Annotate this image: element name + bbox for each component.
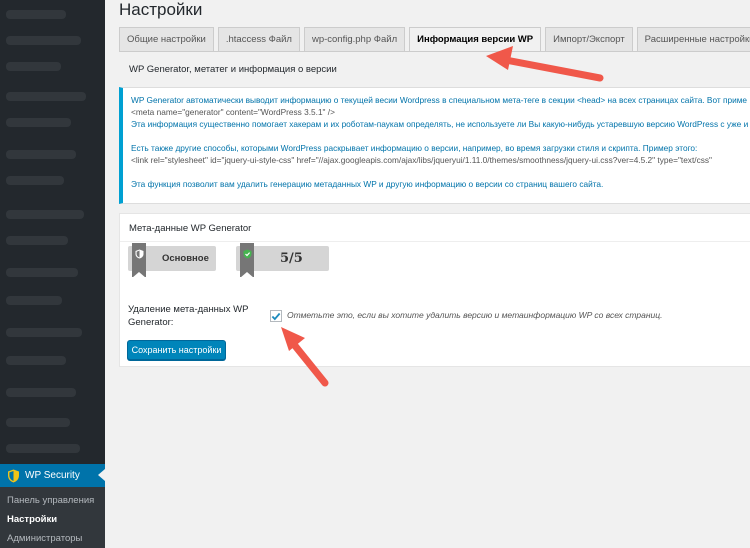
shield-icon	[132, 243, 146, 278]
checkbox-description: Отметьте это, если вы хотите удалить вер…	[287, 310, 663, 320]
page-title: Настройки	[119, 0, 203, 19]
tab-htaccess[interactable]: .htaccess Файл	[217, 27, 300, 51]
save-settings-button[interactable]: Сохранить настройки	[127, 340, 226, 360]
shield-check-icon	[240, 243, 254, 278]
info-notice: WP Generator автоматически выводит инфор…	[119, 87, 750, 204]
info-text: Эта функция позволит вам удалить генерац…	[131, 179, 604, 189]
feature-category-badge: Основное	[128, 243, 216, 278]
info-text: Эта информация существенно помогает хаке…	[131, 119, 749, 129]
field-label-remove-meta: Удаление мета-данных WP Generator:	[128, 304, 249, 328]
badge-label: Основное	[162, 253, 209, 264]
sidebar-blurred-item[interactable]	[6, 328, 82, 337]
tab-wp-version-info[interactable]: Информация версии WP	[409, 27, 542, 51]
sidebar-submenu: Панель управления Настройки Администрато…	[0, 487, 105, 548]
submenu-item-settings[interactable]: Настройки	[0, 511, 105, 530]
tab-advanced[interactable]: Расширенные настройки	[636, 27, 750, 51]
remove-wp-generator-checkbox[interactable]	[270, 310, 282, 322]
info-code-example: <meta name="generator" content="WordPres…	[131, 107, 335, 117]
info-text: Есть также другие способы, которыми Word…	[131, 143, 698, 153]
sidebar-blurred-item[interactable]	[6, 296, 62, 305]
checkmark-icon	[271, 312, 281, 320]
admin-sidebar: WP Security Панель управления Настройки …	[0, 0, 105, 548]
tab-general[interactable]: Общие настройки	[119, 27, 214, 51]
security-score-badge: 5/5	[236, 243, 329, 278]
sidebar-blurred-item[interactable]	[6, 176, 64, 185]
sidebar-blurred-item[interactable]	[6, 210, 84, 219]
sidebar-blurred-item[interactable]	[6, 36, 81, 45]
security-score: 5/5	[280, 251, 303, 266]
tab-wp-config[interactable]: wp-config.php Файл	[303, 27, 406, 51]
sidebar-blurred-item[interactable]	[6, 268, 78, 277]
sidebar-blurred-item[interactable]	[6, 388, 76, 397]
sidebar-blurred-item[interactable]	[6, 356, 66, 365]
sidebar-blurred-item[interactable]	[6, 62, 61, 71]
sidebar-item-label: WP Security	[25, 470, 80, 481]
sidebar-blurred-item[interactable]	[6, 418, 70, 427]
submenu-item-dashboard[interactable]: Панель управления	[0, 492, 105, 511]
sidebar-blurred-item[interactable]	[6, 92, 86, 101]
panel-title: Мета-данные WP Generator	[120, 214, 750, 242]
tabs-divider	[119, 51, 750, 52]
info-text: WP Generator автоматически выводит инфор…	[131, 95, 748, 105]
sidebar-blurred-item[interactable]	[6, 236, 68, 245]
sidebar-blurred-item[interactable]	[6, 118, 71, 127]
sidebar-blurred-item[interactable]	[6, 10, 66, 19]
section-title: WP Generator, метатег и информация о вер…	[129, 64, 337, 75]
submenu-item-administrators[interactable]: Администраторы	[0, 530, 105, 548]
sidebar-blurred-item[interactable]	[6, 150, 76, 159]
tab-import-export[interactable]: Импорт/Экспорт	[545, 27, 633, 51]
shield-icon	[5, 468, 21, 484]
info-code-example: <link rel="stylesheet" id="jquery-ui-sty…	[131, 155, 712, 165]
settings-tabs: Общие настройки .htaccess Файл wp-config…	[119, 27, 750, 51]
sidebar-blurred-item[interactable]	[6, 444, 80, 453]
sidebar-item-wp-security[interactable]: WP Security	[0, 464, 105, 487]
